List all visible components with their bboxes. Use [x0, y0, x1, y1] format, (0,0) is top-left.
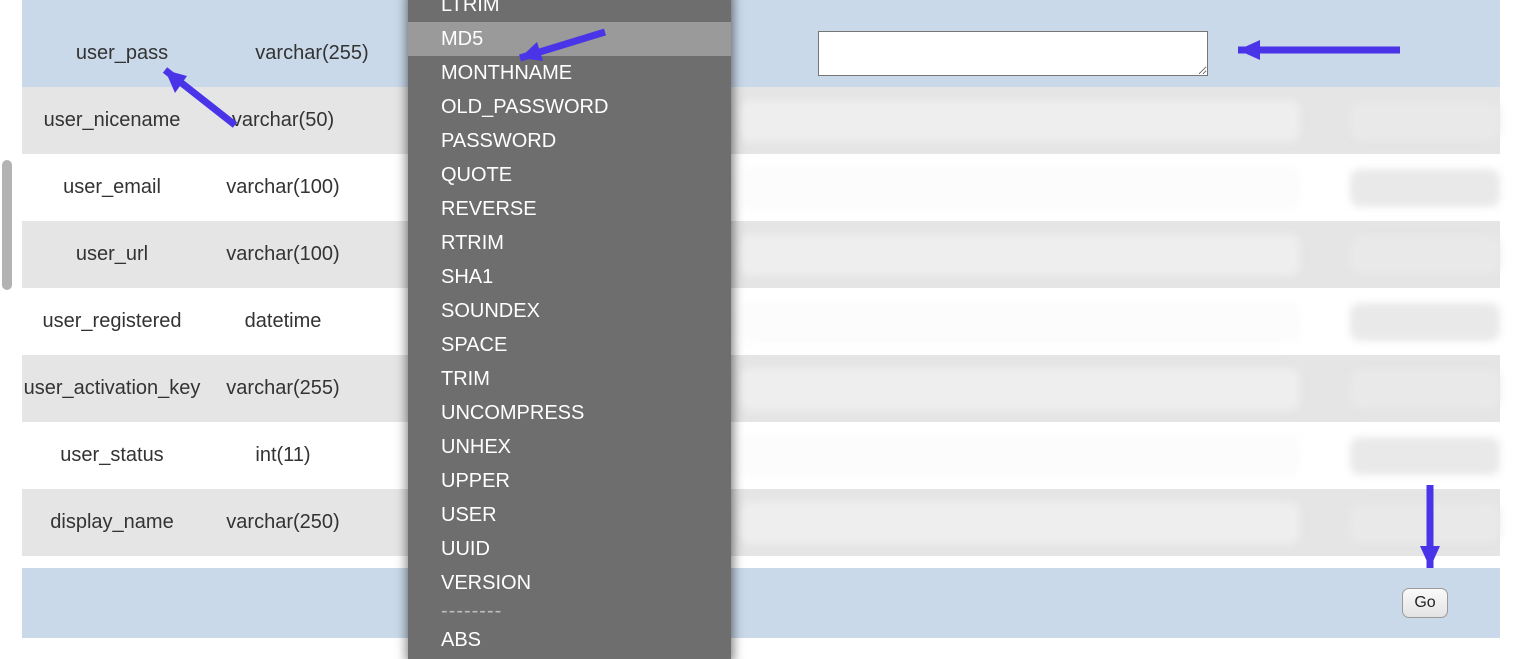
- column-value-cell: [724, 368, 1500, 410]
- dropdown-option[interactable]: ABS: [408, 623, 731, 657]
- blurred-value: [740, 368, 1300, 410]
- table-row: display_namevarchar(250): [22, 489, 1500, 556]
- dropdown-option[interactable]: MONTHNAME: [408, 56, 731, 90]
- blurred-value: [1350, 370, 1500, 408]
- column-value-cell: [802, 31, 1500, 76]
- dropdown-option[interactable]: LTRIM: [408, 0, 731, 22]
- dropdown-option[interactable]: MD5: [408, 22, 731, 56]
- column-name-cell: user_registered: [22, 310, 202, 333]
- dropdown-option[interactable]: UNHEX: [408, 430, 731, 464]
- table-row: user_statusint(11): [22, 422, 1500, 489]
- spacer: [22, 556, 1500, 568]
- column-value-cell: [724, 301, 1500, 343]
- dropdown-option[interactable]: USER: [408, 498, 731, 532]
- column-value-cell: [724, 234, 1500, 276]
- table-row: user_registereddatetime: [22, 288, 1500, 355]
- row-strip: [22, 0, 1500, 20]
- footer-row: Go: [22, 568, 1500, 638]
- table-row: user_urlvarchar(100): [22, 221, 1500, 288]
- blurred-value: [1350, 169, 1500, 207]
- blurred-value: [1350, 102, 1500, 140]
- blurred-value: [1350, 303, 1500, 341]
- blurred-value: [1350, 236, 1500, 274]
- dropdown-option[interactable]: SHA1: [408, 260, 731, 294]
- dropdown-option[interactable]: REVERSE: [408, 192, 731, 226]
- blurred-value: [740, 100, 1300, 142]
- blurred-value: [740, 301, 1300, 343]
- table-row: user_emailvarchar(100): [22, 154, 1500, 221]
- blurred-value: [1350, 437, 1500, 475]
- column-type-cell: datetime: [202, 310, 364, 333]
- column-name-cell: user_nicename: [22, 109, 202, 132]
- vertical-scroll-handle[interactable]: [2, 160, 12, 290]
- column-value-cell: [724, 100, 1500, 142]
- table-row: user_passvarchar(255): [22, 20, 1500, 87]
- dropdown-option[interactable]: SPACE: [408, 328, 731, 362]
- dropdown-option[interactable]: TRIM: [408, 362, 731, 396]
- go-button[interactable]: Go: [1402, 588, 1448, 618]
- dropdown-option[interactable]: UNCOMPRESS: [408, 396, 731, 430]
- blurred-value: [740, 435, 1300, 477]
- blurred-value: [1350, 504, 1500, 542]
- blurred-value: [740, 502, 1300, 544]
- dropdown-option[interactable]: QUOTE: [408, 158, 731, 192]
- column-type-cell: varchar(255): [202, 377, 364, 400]
- dropdown-option[interactable]: VERSION: [408, 566, 731, 600]
- column-type-cell: varchar(50): [202, 109, 364, 132]
- dropdown-option[interactable]: UPPER: [408, 464, 731, 498]
- edit-row-table: user_passvarchar(255)user_nicenamevarcha…: [22, 0, 1500, 638]
- column-name-cell: user_status: [22, 444, 202, 467]
- table-row: user_activation_keyvarchar(255): [22, 355, 1500, 422]
- column-type-cell: varchar(100): [202, 176, 364, 199]
- column-name-cell: user_activation_key: [22, 377, 202, 400]
- column-name-cell: user_url: [22, 243, 202, 266]
- column-type-cell: varchar(100): [202, 243, 364, 266]
- column-type-cell: varchar(255): [222, 42, 402, 65]
- table-row: user_nicenamevarchar(50): [22, 87, 1500, 154]
- column-name-cell: user_pass: [22, 42, 222, 65]
- column-name-cell: user_email: [22, 176, 202, 199]
- dropdown-separator: --------: [408, 600, 731, 623]
- dropdown-option[interactable]: OLD_PASSWORD: [408, 90, 731, 124]
- column-value-cell: [724, 435, 1500, 477]
- dropdown-option[interactable]: PASSWORD: [408, 124, 731, 158]
- column-name-cell: display_name: [22, 511, 202, 534]
- blurred-value: [740, 167, 1300, 209]
- dropdown-option[interactable]: SOUNDEX: [408, 294, 731, 328]
- column-value-cell: [724, 502, 1500, 544]
- dropdown-option[interactable]: RTRIM: [408, 226, 731, 260]
- column-type-cell: int(11): [202, 444, 364, 467]
- blurred-value: [740, 234, 1300, 276]
- dropdown-option[interactable]: UUID: [408, 532, 731, 566]
- value-input[interactable]: [818, 31, 1208, 76]
- function-dropdown[interactable]: LTRIMMD5MONTHNAMEOLD_PASSWORDPASSWORDQUO…: [408, 0, 731, 659]
- column-type-cell: varchar(250): [202, 511, 364, 534]
- column-value-cell: [724, 167, 1500, 209]
